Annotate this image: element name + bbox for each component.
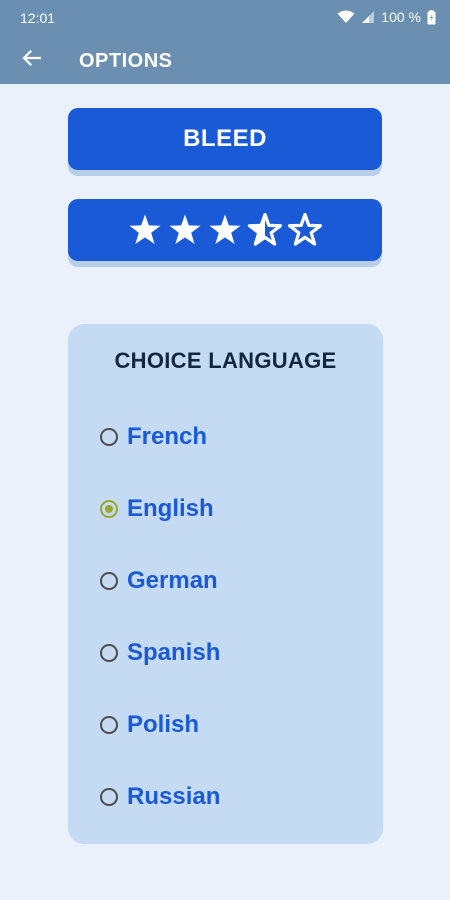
battery-percent: 100 %	[381, 9, 421, 25]
back-button[interactable]	[16, 46, 46, 74]
arrow-left-icon	[21, 49, 42, 72]
language-option-german[interactable]: German	[100, 561, 218, 601]
language-option-spanish[interactable]: Spanish	[100, 633, 220, 673]
language-title: CHOICE LANGUAGE	[114, 348, 337, 373]
page-title: OPTIONS	[79, 50, 173, 72]
language-option-french[interactable]: French	[100, 417, 207, 457]
star-icon	[207, 213, 243, 247]
star-icon	[127, 213, 163, 247]
language-option-russian[interactable]: Russian	[100, 777, 220, 817]
status-time: 12:01	[20, 10, 56, 26]
language-label: French	[127, 423, 208, 450]
radio-button-selected[interactable]	[100, 500, 118, 518]
language-option-english[interactable]: English	[100, 489, 214, 529]
star-outline-icon	[287, 213, 323, 247]
radio-button[interactable]	[100, 716, 118, 734]
radio-button[interactable]	[100, 644, 118, 662]
language-card: CHOICE LANGUAGE French English German Sp…	[68, 324, 383, 844]
bleed-button[interactable]: BLEED	[68, 108, 382, 170]
status-bar: 12:01 100 %	[0, 0, 450, 36]
language-label: English	[127, 495, 214, 522]
language-label: Polish	[127, 711, 200, 738]
language-label: Spanish	[127, 639, 221, 666]
signal-icon	[361, 10, 375, 24]
app-bar: OPTIONS	[0, 36, 450, 84]
language-label: German	[127, 567, 218, 594]
status-icons: 100 %	[337, 9, 436, 25]
radio-button[interactable]	[100, 572, 118, 590]
rating-button[interactable]	[68, 199, 382, 261]
battery-icon	[427, 9, 436, 25]
star-half-icon	[247, 213, 283, 247]
star-icon	[167, 213, 203, 247]
radio-button[interactable]	[100, 788, 118, 806]
language-option-polish[interactable]: Polish	[100, 705, 199, 745]
wifi-icon	[337, 10, 355, 24]
radio-button[interactable]	[100, 428, 118, 446]
language-label: Russian	[127, 783, 221, 810]
